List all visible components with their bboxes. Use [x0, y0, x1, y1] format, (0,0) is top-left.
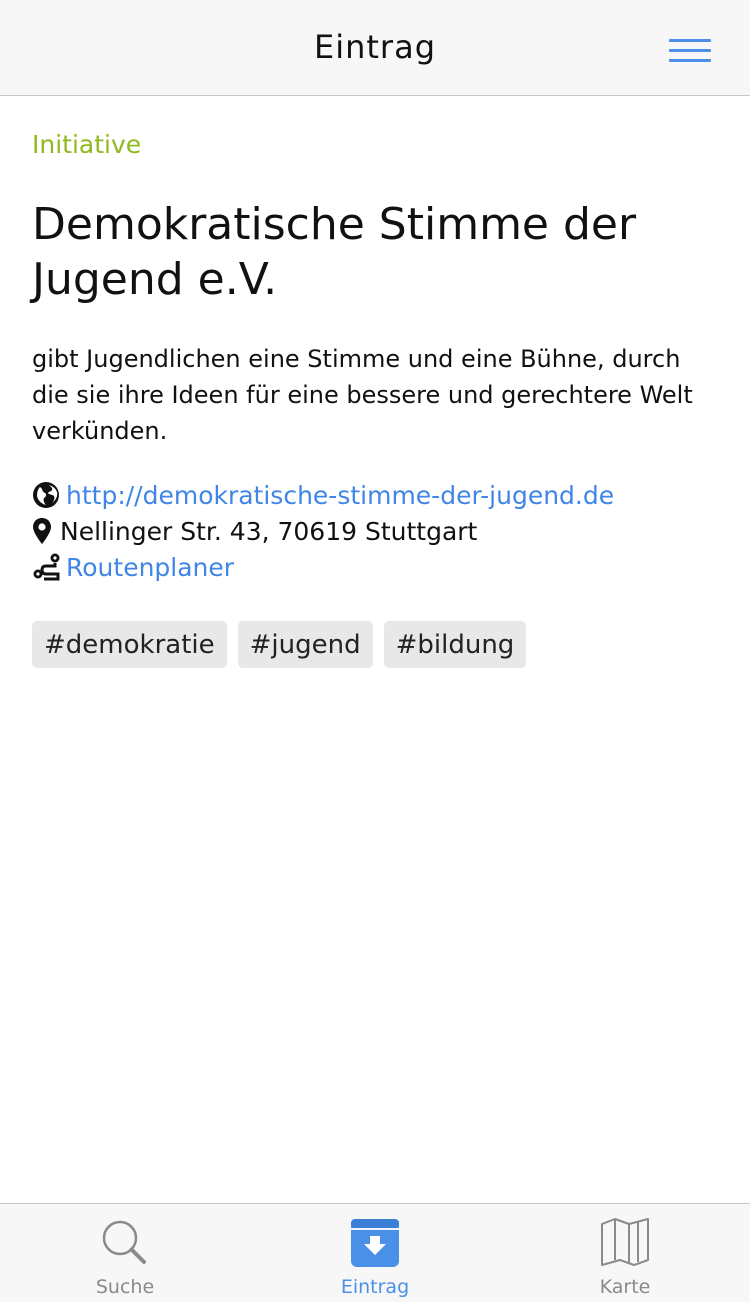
route-row: Routenplaner [32, 549, 722, 585]
tag-chip[interactable]: #bildung [383, 621, 527, 668]
map-icon [598, 1216, 652, 1270]
entry-description: gibt Jugendlichen eine Stimme und eine B… [32, 345, 693, 445]
address-row: Nellinger Str. 43, 70619 Stuttgart [32, 513, 722, 549]
app-screen: Eintrag Initiative Demokratische Stimme … [0, 0, 750, 1302]
route-planner-link[interactable]: Routenplaner [66, 553, 234, 582]
map-marker-icon [32, 513, 60, 549]
address-text: Nellinger Str. 43, 70619 Stuttgart [60, 516, 478, 546]
tab-karte[interactable]: Karte [500, 1204, 750, 1302]
bottom-tab-bar: Suche Eintrag Karte [0, 1203, 750, 1302]
entry-detail: Initiative Demokratische Stimme der Juge… [32, 96, 722, 668]
website-row: http://demokratische-stimme-der-jugend.d… [32, 477, 722, 513]
route-icon [32, 549, 66, 585]
entry-title: Demokratische Stimme der Jugend e.V. [32, 199, 637, 305]
tab-suche[interactable]: Suche [0, 1204, 250, 1302]
tag-chip[interactable]: #jugend [237, 621, 373, 668]
tab-eintrag-label: Eintrag [340, 1276, 410, 1298]
tab-eintrag[interactable]: Eintrag [250, 1204, 500, 1302]
website-link[interactable]: http://demokratische-stimme-der-jugend.d… [66, 481, 614, 510]
top-navigation-bar: Eintrag [0, 0, 750, 96]
entry-category: Initiative [32, 130, 142, 159]
entry-archive-icon [348, 1216, 402, 1270]
tab-karte-label: Karte [599, 1276, 651, 1298]
search-icon [98, 1216, 152, 1270]
page-title: Eintrag [313, 28, 436, 66]
tag-list: #demokratie #jugend #bildung [32, 621, 722, 668]
entry-contact-info: http://demokratische-stimme-der-jugend.d… [32, 477, 722, 585]
hamburger-menu-icon[interactable] [664, 34, 716, 68]
tab-suche-label: Suche [95, 1276, 155, 1298]
globe-icon [32, 477, 66, 513]
tag-chip[interactable]: #demokratie [32, 621, 227, 668]
